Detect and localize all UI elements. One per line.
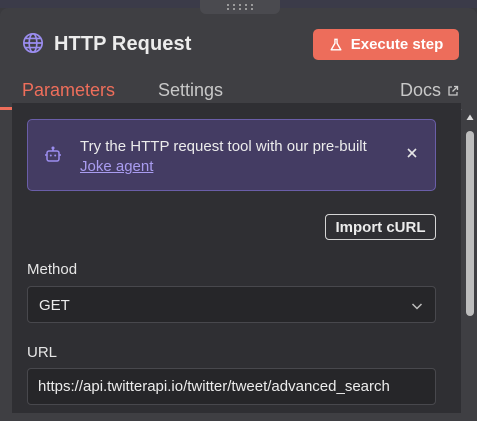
flask-icon	[330, 38, 342, 51]
docs-label: Docs	[399, 80, 441, 100]
method-label: Method	[27, 261, 78, 278]
panel-header: HTTP Request Execute step	[0, 8, 477, 72]
url-input[interactable]	[27, 368, 436, 405]
chevron-down-icon	[411, 303, 423, 310]
page-title: HTTP Request	[54, 33, 192, 55]
callout-message: Try the HTTP request tool with our pre-b…	[80, 137, 380, 177]
docs-link[interactable]: Docs	[400, 80, 459, 101]
execute-step-button[interactable]: Execute step	[313, 29, 459, 60]
scrollbar[interactable]	[462, 103, 477, 421]
parameters-content: Try the HTTP request tool with our pre-b…	[12, 103, 461, 413]
joke-agent-link[interactable]: Joke agent	[80, 158, 153, 175]
drag-dots-icon	[226, 4, 254, 10]
method-select[interactable]: GET	[27, 286, 436, 323]
scrollbar-thumb[interactable]	[466, 131, 474, 316]
callout-text: Try the HTTP request tool with our pre-b…	[80, 138, 367, 155]
tab-parameters[interactable]: Parameters	[22, 80, 115, 101]
url-label: URL	[27, 344, 58, 361]
method-value: GET	[39, 297, 70, 314]
close-icon[interactable]	[405, 146, 419, 160]
import-curl-button[interactable]: Import cURL	[325, 214, 436, 240]
info-callout: Try the HTTP request tool with our pre-b…	[27, 119, 436, 191]
external-link-icon	[448, 85, 459, 96]
scroll-up-arrow-icon[interactable]	[466, 113, 474, 121]
globe-icon	[23, 33, 43, 53]
panel-drag-handle[interactable]	[200, 0, 280, 14]
execute-step-label: Execute step	[350, 36, 444, 53]
robot-icon	[45, 146, 61, 162]
tab-settings[interactable]: Settings	[158, 80, 223, 101]
